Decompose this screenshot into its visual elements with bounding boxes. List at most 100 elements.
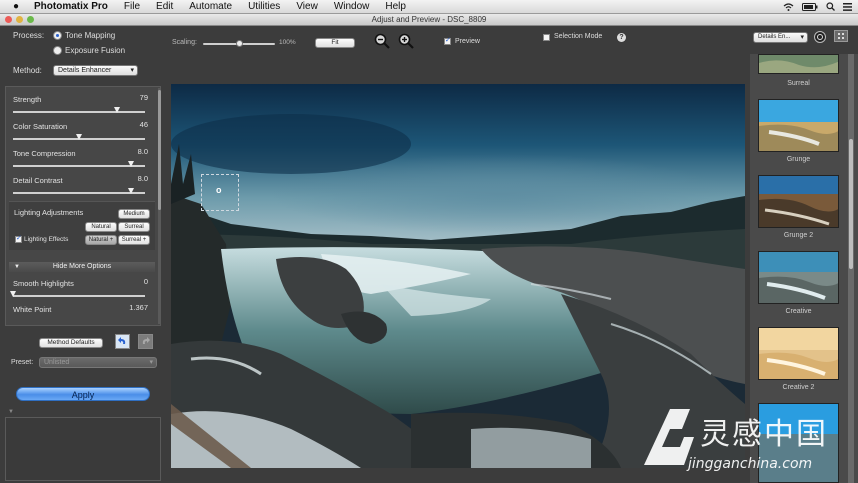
search-icon[interactable]	[826, 2, 835, 11]
apple-icon[interactable]: ●	[10, 1, 22, 12]
preset-thumb-grunge-2[interactable]	[758, 175, 839, 228]
smooth-highlights-slider[interactable]	[13, 295, 145, 297]
detail-contrast-label: Detail Contrast	[13, 176, 63, 185]
selection-cursor: o	[216, 185, 222, 195]
watermark-url-text: jingganchina.com	[688, 456, 813, 472]
lighting-medium-button[interactable]: Medium	[118, 209, 150, 219]
preset-label: Preset:	[11, 359, 34, 366]
white-point-label: White Point	[13, 305, 52, 314]
watermark: 灵感中国 jingganchina.com	[640, 405, 852, 481]
menu-window[interactable]: Window	[334, 1, 370, 12]
help-icon[interactable]: ?	[617, 33, 626, 42]
color-saturation-slider-thumb[interactable]	[75, 134, 82, 140]
detail-contrast-slider-thumb[interactable]	[128, 188, 135, 194]
strength-value: 79	[139, 93, 148, 102]
preset-name-grunge-2: Grunge 2	[783, 232, 814, 239]
lighting-surreal-plus-button[interactable]: Surreal +	[118, 235, 150, 245]
menu-utilities[interactable]: Utilities	[248, 1, 280, 12]
color-saturation-value: 46	[139, 120, 148, 129]
detail-contrast-value: 8.0	[137, 174, 148, 183]
preset-name-creative: Creative	[785, 308, 812, 315]
history-collapse-icon[interactable]: ▼	[8, 409, 14, 415]
settings-scrollbar[interactable]	[158, 88, 161, 324]
selection-mode-label[interactable]: Selection Mode	[554, 33, 602, 40]
tone-compression-slider-thumb[interactable]	[128, 161, 135, 167]
zoom-out-icon[interactable]	[374, 33, 390, 49]
menu-automate[interactable]: Automate	[189, 1, 232, 12]
menu-file[interactable]: File	[124, 1, 140, 12]
white-point-value: 1.367	[129, 303, 148, 312]
smooth-highlights-value: 0	[143, 277, 148, 286]
exposure-fusion-label[interactable]: Exposure Fusion	[65, 46, 125, 55]
preset-area: Method Defaults Preset: Unlisted	[5, 332, 161, 376]
scaling-label: Scaling:	[172, 39, 197, 46]
apply-button[interactable]: Apply	[16, 387, 150, 401]
tone-mapping-label[interactable]: Tone Mapping	[65, 31, 115, 40]
zoom-in-icon[interactable]	[398, 33, 414, 49]
add-preset-icon[interactable]	[814, 31, 826, 43]
undo-icon	[118, 337, 126, 344]
fit-button[interactable]: Fit	[315, 38, 355, 48]
watermark-chinese-text: 灵感中国	[700, 417, 828, 452]
battery-icon[interactable]	[802, 2, 818, 11]
lighting-natural-plus-button[interactable]: Natural +	[85, 235, 117, 245]
redo-icon	[142, 337, 150, 344]
toolbar: Process: Tone Mapping Exposure Fusion Me…	[0, 26, 858, 82]
tone-mapping-radio[interactable]	[53, 31, 62, 40]
menu-view[interactable]: View	[296, 1, 318, 12]
lighting-surreal-button[interactable]: Surreal	[118, 222, 150, 232]
smooth-highlights-slider-thumb[interactable]	[9, 291, 16, 297]
window-titlebar: Adjust and Preview - DSC_8809	[0, 14, 858, 26]
tone-compression-value: 8.0	[137, 147, 148, 156]
selection-mode-checkbox[interactable]	[543, 34, 550, 41]
color-saturation-label: Color Saturation	[13, 122, 68, 131]
preset-name-surreal: Surreal	[787, 80, 810, 87]
preset-name-grunge: Grunge	[786, 156, 811, 163]
detail-contrast-slider[interactable]	[13, 192, 145, 194]
method-label: Method:	[13, 66, 42, 75]
preset-thumb-surreal[interactable]	[758, 54, 839, 74]
menu-edit[interactable]: Edit	[156, 1, 173, 12]
lighting-effects-checkbox[interactable]	[15, 234, 22, 243]
preset-view-select[interactable]: Details En...	[753, 32, 808, 43]
presets-scrollbar-knob[interactable]	[849, 139, 853, 269]
wifi-icon[interactable]	[783, 2, 794, 11]
hide-more-options-label: Hide More Options	[52, 263, 112, 270]
lighting-natural-button[interactable]: Natural	[85, 222, 117, 232]
settings-panel: Strength 79 Color Saturation 46 Tone Com…	[5, 86, 161, 326]
window-title: Adjust and Preview - DSC_8809	[371, 15, 487, 24]
strength-label: Strength	[13, 95, 42, 104]
redo-button[interactable]	[138, 334, 153, 349]
tone-compression-slider[interactable]	[13, 165, 145, 167]
preset-thumb-grunge[interactable]	[758, 99, 839, 152]
menu-help[interactable]: Help	[385, 1, 406, 12]
smooth-highlights-label: Smooth Highlights	[13, 279, 74, 288]
lighting-adjustments-label: Lighting Adjustments	[14, 208, 84, 217]
preset-select[interactable]: Unlisted	[39, 357, 157, 368]
hide-more-options-bar[interactable]: ▼ Hide More Options	[9, 262, 155, 272]
scaling-slider-thumb[interactable]	[236, 40, 243, 47]
strength-slider[interactable]	[13, 111, 145, 113]
exposure-fusion-radio[interactable]	[53, 46, 62, 55]
grid-view-icon[interactable]	[834, 30, 848, 42]
method-select[interactable]: Details Enhancer	[53, 65, 138, 76]
lighting-effects-label[interactable]: Lighting Effects	[24, 236, 68, 243]
app-menu[interactable]: Photomatix Pro	[34, 1, 108, 12]
settings-scrollbar-knob[interactable]	[158, 90, 161, 210]
history-panel	[5, 417, 161, 481]
tone-compression-label: Tone Compression	[13, 149, 76, 158]
preview-label[interactable]: Preview	[455, 38, 480, 45]
method-defaults-button[interactable]: Method Defaults	[39, 338, 103, 348]
lighting-adjustments-box: Lighting Adjustments Medium Natural Surr…	[9, 201, 155, 250]
undo-button[interactable]	[115, 334, 130, 349]
preset-thumb-creative[interactable]	[758, 251, 839, 304]
preset-name-creative-2: Creative 2	[782, 384, 815, 391]
preset-thumb-creative-2[interactable]	[758, 327, 839, 380]
process-label: Process:	[13, 31, 45, 40]
menubar: ● Photomatix Pro File Edit Automate Util…	[0, 0, 858, 14]
strength-slider-thumb[interactable]	[113, 107, 120, 113]
scaling-value: 100%	[279, 39, 296, 46]
list-icon[interactable]	[843, 2, 852, 11]
preview-checkbox[interactable]	[444, 36, 451, 45]
disclosure-triangle-icon: ▼	[14, 264, 20, 270]
